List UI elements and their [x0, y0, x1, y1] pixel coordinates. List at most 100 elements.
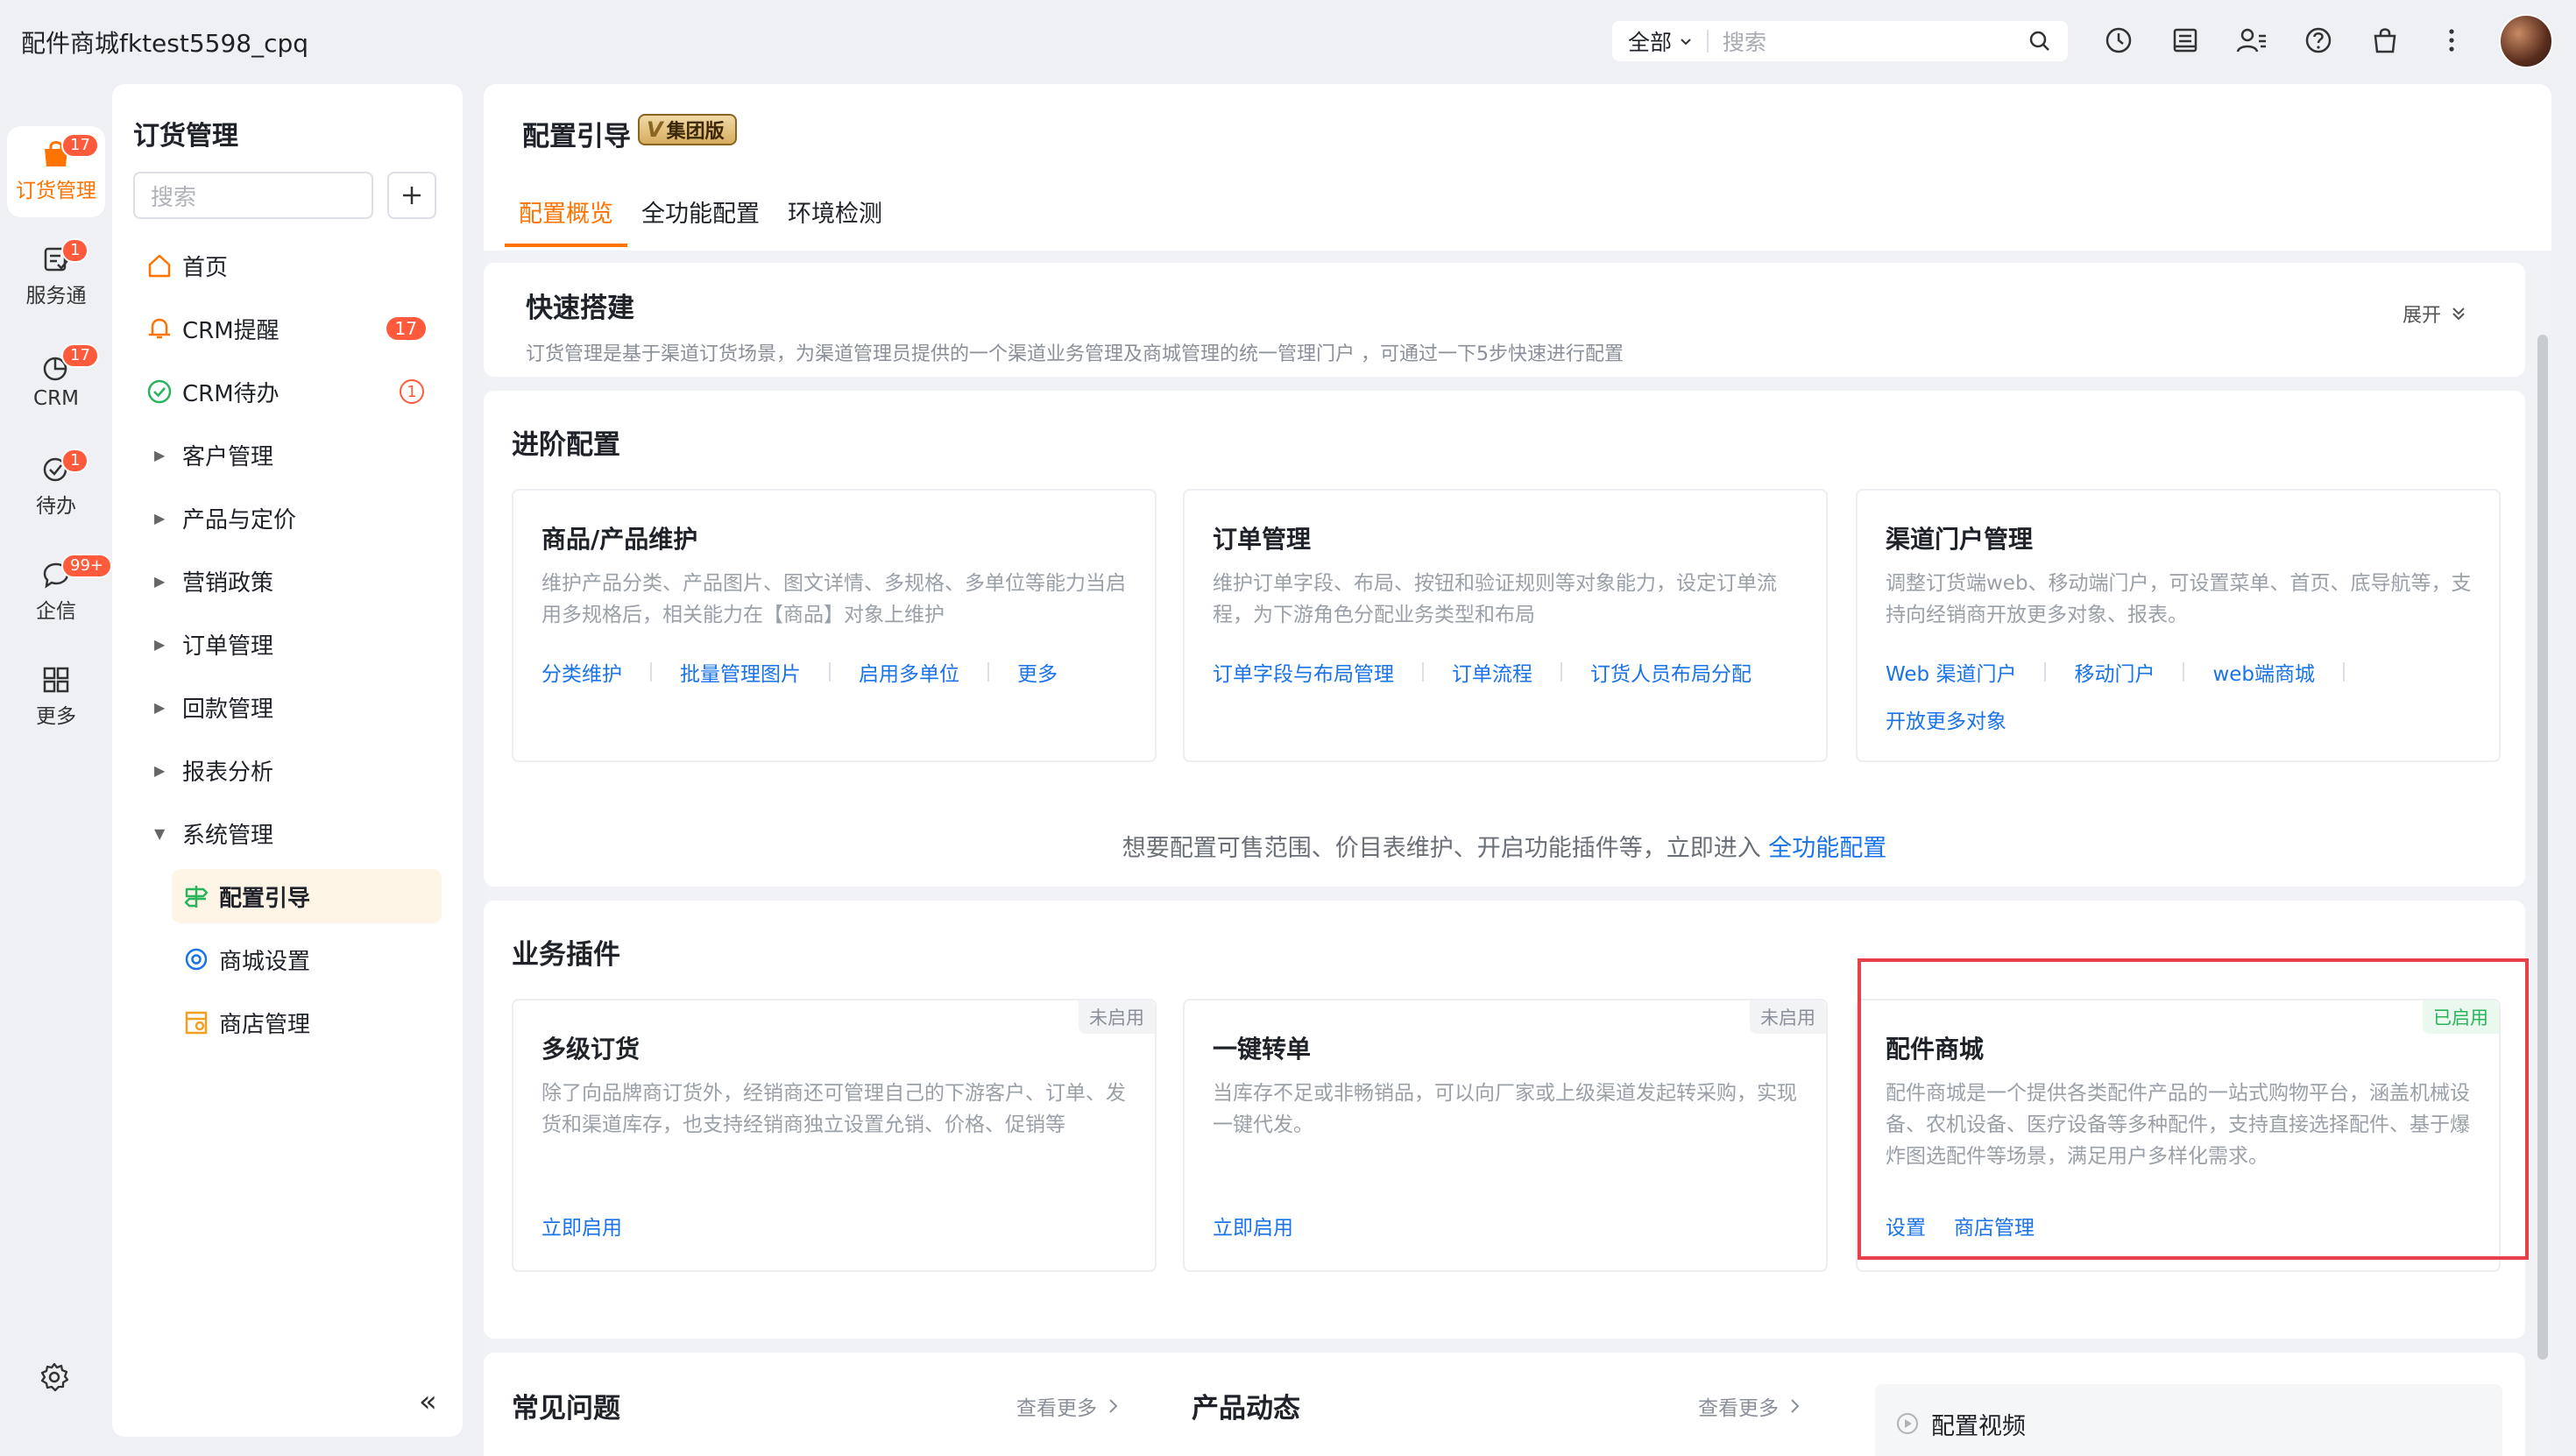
link-divider	[650, 662, 652, 682]
scrollbar[interactable]	[2537, 335, 2548, 1360]
config-video-link[interactable]: 配置视频	[1875, 1384, 2502, 1456]
chevron-down-icon	[1681, 39, 1691, 46]
link-divider	[1422, 662, 1424, 682]
rail-item-order-management[interactable]: 订货管理 17	[7, 126, 105, 217]
link-divider	[2343, 662, 2346, 682]
sidebar-item-label: 产品与定价	[182, 506, 297, 534]
sidebar-item-config-guide[interactable]: 配置引导	[172, 869, 442, 923]
rail-label: CRM	[33, 387, 79, 410]
config-card-links: 分类维护 批量管理图片 启用多单位 更多	[541, 657, 1146, 687]
rail-item-crm[interactable]: CRM 17	[7, 336, 105, 428]
sidebar-item-label: 首页	[182, 254, 229, 281]
config-card-desc: 调整订货端web、移动端门户，可设置菜单、首页、底导航等，支持向经销商开放更多对…	[1886, 572, 2472, 626]
settings-circle-icon	[185, 948, 208, 971]
search-input[interactable]: 搜索	[1723, 25, 2028, 57]
link-order-flow[interactable]: 订单流程	[1452, 657, 1532, 687]
rail-label: 企信	[36, 600, 76, 623]
search-scope-select[interactable]: 全部	[1612, 25, 1693, 57]
page-title: 配置引导	[522, 121, 631, 152]
rail-badge: 17	[61, 133, 99, 158]
advanced-config-title: 进阶配置	[512, 429, 620, 461]
status-badge: 已启用	[2423, 1000, 2499, 1034]
rail-label: 更多	[36, 705, 76, 728]
link-order-fields-layout[interactable]: 订单字段与布局管理	[1213, 657, 1394, 687]
link-batch-images[interactable]: 批量管理图片	[680, 657, 801, 687]
config-card-portal: 渠道门户管理 调整订货端web、移动端门户，可设置菜单、首页、底导航等，支持向经…	[1856, 489, 2501, 762]
link-web-mall[interactable]: web端商城	[2212, 657, 2315, 687]
link-mobile-portal[interactable]: 移动门户	[2074, 657, 2155, 687]
link-web-portal[interactable]: Web 渠道门户	[1886, 657, 2016, 687]
config-card-product: 商品/产品维护 维护产品分类、产品图片、图文详情、多规格、多单位等能力当启用多规…	[512, 489, 1157, 762]
edition-badge: V 集团版	[638, 114, 737, 145]
link-layout-assignment[interactable]: 订货人员布局分配	[1590, 657, 1752, 687]
tab-config-overview[interactable]: 配置概览	[505, 193, 627, 247]
rail-item-todo[interactable]: 待办 1	[7, 442, 105, 533]
global-search[interactable]: 全部 搜索	[1612, 21, 2068, 61]
sidebar-item-label: 系统管理	[182, 822, 274, 849]
sidebar-item-crm-reminder[interactable]: CRM提醒 17	[133, 301, 442, 356]
config-card-title: 订单管理	[1213, 525, 1312, 554]
rail-item-more[interactable]: 更多	[7, 652, 105, 743]
sidebar-title: 订货管理	[133, 121, 238, 152]
plugin-card-links: 设置 商店管理	[1886, 1211, 2490, 1240]
link-open-more-objects[interactable]: 开放更多对象	[1886, 704, 2006, 734]
link-category-maintenance[interactable]: 分类维护	[541, 657, 622, 687]
quick-setup-title: 快速搭建	[526, 293, 634, 324]
faq-more-link[interactable]: 查看更多	[1016, 1391, 1120, 1421]
count-badge: 1	[400, 379, 424, 404]
avatar[interactable]	[2499, 14, 2553, 68]
settings-gear-icon[interactable]	[39, 1361, 70, 1396]
sidebar-item-payments[interactable]: ▶ 回款管理	[133, 680, 442, 734]
link-full-config[interactable]: 全功能配置	[1768, 835, 1886, 862]
link-divider	[829, 662, 831, 682]
sidebar-item-home[interactable]: 首页	[133, 238, 442, 293]
bell-icon	[148, 318, 171, 339]
more-vertical-icon[interactable]	[2436, 23, 2467, 58]
link-more[interactable]: 更多	[1017, 657, 1058, 687]
sidebar-item-marketing-policy[interactable]: ▶ 营销政策	[133, 554, 442, 608]
sidebar-item-crm-todo[interactable]: CRM待办 1	[133, 364, 442, 419]
config-card-title: 商品/产品维护	[541, 525, 698, 554]
news-more-link[interactable]: 查看更多	[1698, 1391, 1801, 1421]
config-card-desc: 维护订单字段、布局、按钮和验证规则等对象能力，设定订单流程，为下游角色分配业务类…	[1213, 572, 1777, 626]
clock-icon[interactable]	[2103, 23, 2134, 58]
plus-icon	[403, 187, 421, 204]
rail-item-service[interactable]: 服务通 1	[7, 231, 105, 322]
sidebar-item-products-pricing[interactable]: ▶ 产品与定价	[133, 491, 442, 545]
help-icon[interactable]	[2303, 23, 2334, 58]
count-badge: 17	[386, 317, 426, 340]
search-icon[interactable]	[2028, 29, 2052, 53]
contacts-icon[interactable]	[2236, 23, 2268, 58]
collapse-sidebar-icon[interactable]: «	[419, 1384, 437, 1419]
notes-icon[interactable]	[2169, 23, 2201, 58]
rail-badge: 1	[61, 449, 89, 473]
sidebar-item-customers[interactable]: ▶ 客户管理	[133, 428, 442, 482]
app-title: 配件商城fktest5598_cpq	[21, 29, 309, 58]
link-divider	[2044, 662, 2047, 682]
link-enable-now[interactable]: 立即启用	[541, 1211, 622, 1240]
sidebar-item-reports[interactable]: ▶ 报表分析	[133, 743, 442, 797]
link-enable-now[interactable]: 立即启用	[1213, 1211, 1293, 1240]
sidebar-item-label: 客户管理	[182, 443, 274, 470]
caret-right-icon: ▶	[154, 446, 166, 463]
link-store-management[interactable]: 商店管理	[1954, 1211, 2035, 1240]
link-enable-multi-unit[interactable]: 启用多单位	[859, 657, 959, 687]
bag-icon[interactable]	[2369, 23, 2401, 58]
sidebar-item-store-management[interactable]: 商店管理	[172, 995, 442, 1050]
sidebar-item-label: 商店管理	[219, 1011, 311, 1038]
tab-full-config[interactable]: 全功能配置	[627, 193, 774, 247]
check-circle-icon	[147, 379, 172, 404]
plugin-card-desc: 除了向品牌商订货外，经销商还可管理自己的下游客户、订单、发货和渠道库存，也支持经…	[541, 1082, 1126, 1136]
rail-item-messenger[interactable]: 企信 99+	[7, 547, 112, 638]
link-settings[interactable]: 设置	[1886, 1211, 1926, 1240]
sidebar-item-mall-settings[interactable]: 商城设置	[172, 932, 442, 986]
tab-env-check[interactable]: 环境检测	[774, 193, 896, 247]
expand-button[interactable]: 展开	[2403, 300, 2467, 328]
sidebar-item-system[interactable]: ▼ 系统管理	[133, 806, 442, 860]
module-sidebar: 订货管理 搜索 首页 CRM提醒 17 CRM待办 1 ▶ 客户管理 ▶ 产品与…	[112, 84, 463, 1437]
sidebar-search-input[interactable]: 搜索	[133, 172, 373, 219]
add-button[interactable]	[387, 172, 436, 219]
sidebar-item-label: 回款管理	[182, 696, 274, 723]
config-card-title: 渠道门户管理	[1886, 525, 2034, 554]
sidebar-item-orders[interactable]: ▶ 订单管理	[133, 617, 442, 671]
